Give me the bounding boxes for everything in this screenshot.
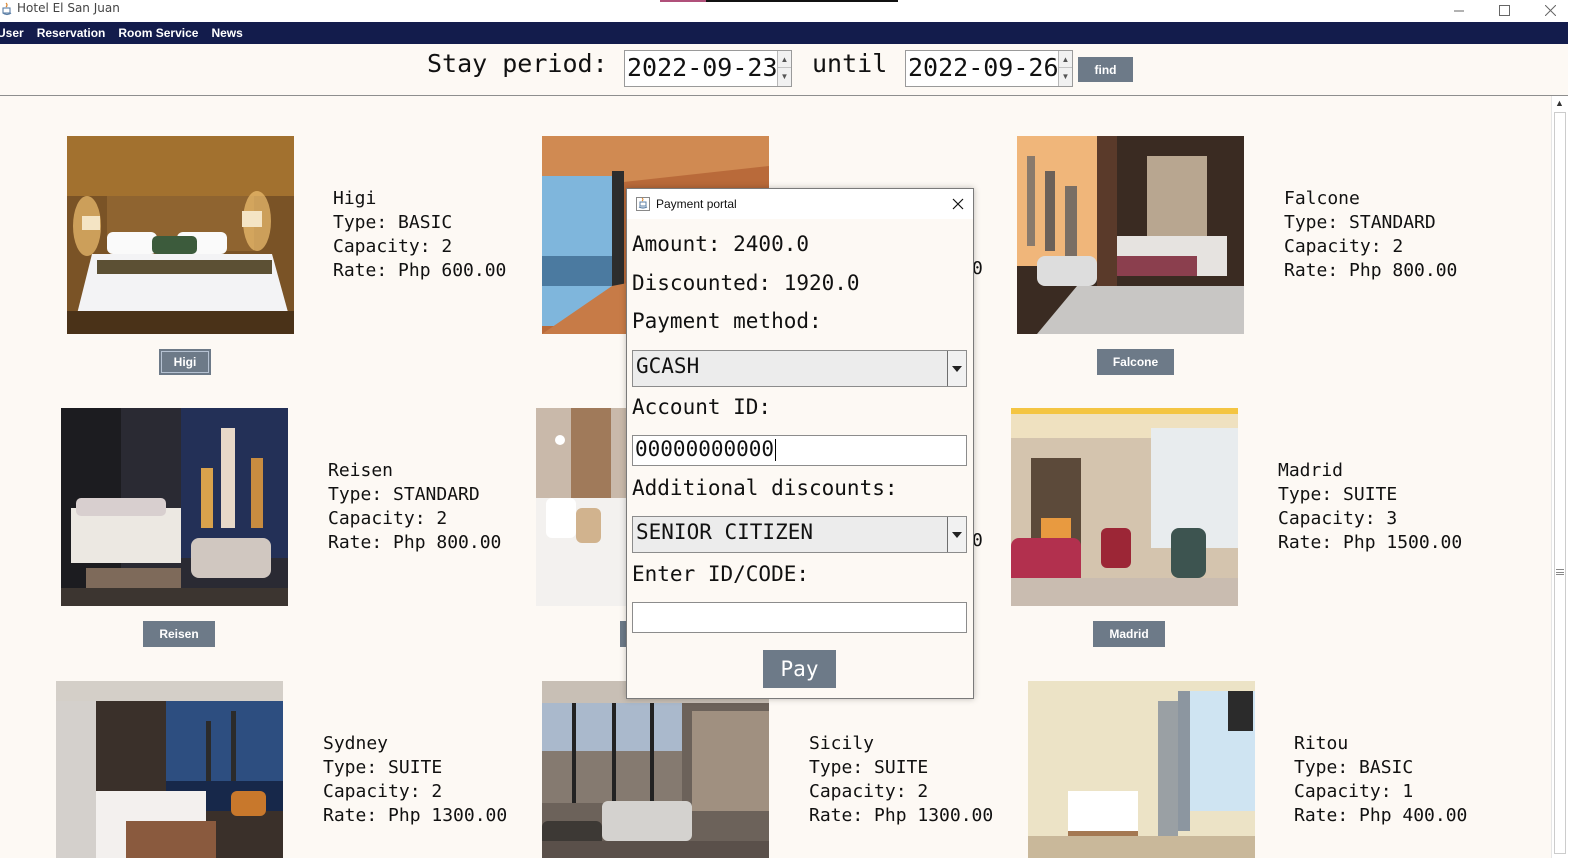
- minimize-button[interactable]: [1436, 0, 1482, 20]
- room-info-sydney: Sydney Type: SUITE Capacity: 2 Rate: Php…: [323, 733, 508, 826]
- id-code-label: Enter ID/CODE:: [632, 562, 810, 586]
- dialog-close-button[interactable]: [947, 194, 969, 214]
- text-caret: [775, 439, 777, 461]
- minimize-icon: [1453, 10, 1464, 11]
- close-icon: [952, 198, 964, 210]
- to-date-spinner[interactable]: 2022-09-26 ▲ ▼: [905, 50, 1073, 87]
- account-id-label: Account ID:: [632, 395, 772, 419]
- close-window-button[interactable]: [1527, 0, 1573, 20]
- payment-dialog-title: Payment portal: [656, 197, 737, 211]
- spinner-up-icon[interactable]: ▲: [1059, 51, 1072, 68]
- to-date-value[interactable]: 2022-09-26: [908, 53, 1059, 82]
- until-label: until: [812, 49, 888, 78]
- pay-button[interactable]: Pay: [763, 650, 836, 688]
- payment-dialog: Payment portal Amount: 2400.0 Discounted…: [626, 188, 974, 699]
- room-photo-hidden-center: [536, 408, 628, 606]
- window-title: Hotel El San Juan: [17, 1, 120, 15]
- room-info-higi: Higi Type: BASIC Capacity: 2 Rate: Php 6…: [333, 188, 507, 281]
- room-photo-ritou: [1028, 681, 1255, 858]
- menu-user[interactable]: User: [0, 26, 24, 40]
- maximize-button[interactable]: [1481, 0, 1527, 20]
- stay-period-label: Stay period:: [427, 49, 608, 78]
- room-button-madrid[interactable]: Madrid: [1093, 621, 1165, 647]
- room-photo-reisen: [61, 408, 288, 606]
- spinner-down-icon[interactable]: ▼: [1059, 68, 1072, 85]
- java-app-icon: [636, 197, 650, 211]
- dropdown-arrow-button[interactable]: [947, 517, 966, 552]
- payment-method-select[interactable]: GCASH: [632, 350, 967, 387]
- payment-method-value: GCASH: [636, 354, 700, 378]
- maximize-icon: [1498, 4, 1510, 16]
- title-accent-pink: [660, 0, 706, 2]
- java-app-icon: [2, 2, 12, 16]
- scroll-up-icon[interactable]: ▲: [1555, 98, 1564, 108]
- menu-bar: User Reservation Room Service News: [0, 22, 1568, 44]
- account-id-value: 00000000000: [635, 437, 775, 461]
- discounted-label: Discounted: 1920.0: [632, 271, 860, 295]
- from-date-arrows[interactable]: ▲ ▼: [777, 51, 791, 86]
- scroll-thumb[interactable]: [1554, 112, 1566, 854]
- stay-period-bar: Stay period: 2022-09-23 ▲ ▼ until 2022-0…: [0, 44, 1568, 96]
- room-button-higi[interactable]: Higi: [159, 349, 211, 375]
- additional-discounts-select[interactable]: SENIOR CITIZEN: [632, 516, 967, 553]
- room-info-sicily: Sicily Type: SUITE Capacity: 2 Rate: Php…: [809, 733, 994, 826]
- dropdown-arrow-button[interactable]: [947, 351, 966, 386]
- room-button-reisen[interactable]: Reisen: [143, 621, 215, 647]
- vertical-scrollbar[interactable]: ▲: [1551, 96, 1568, 858]
- room-photo-sicily: [542, 681, 769, 858]
- find-button[interactable]: find: [1078, 57, 1133, 82]
- room-info-falcone: Falcone Type: STANDARD Capacity: 2 Rate:…: [1284, 188, 1458, 281]
- to-date-arrows[interactable]: ▲ ▼: [1058, 51, 1072, 86]
- amount-label: Amount: 2400.0: [632, 232, 810, 256]
- additional-discounts-label: Additional discounts:: [632, 476, 898, 500]
- menu-reservation[interactable]: Reservation: [37, 26, 106, 40]
- room-info-madrid: Madrid Type: SUITE Capacity: 3 Rate: Php…: [1278, 460, 1463, 553]
- from-date-spinner[interactable]: 2022-09-23 ▲ ▼: [624, 50, 792, 87]
- id-code-input[interactable]: [632, 602, 967, 633]
- menu-news[interactable]: News: [211, 26, 242, 40]
- payment-dialog-titlebar: Payment portal: [627, 189, 973, 219]
- window-titlebar: Hotel El San Juan: [0, 0, 1588, 22]
- payment-method-label: Payment method:: [632, 309, 822, 333]
- from-date-value[interactable]: 2022-09-23: [627, 53, 778, 82]
- additional-discounts-value: SENIOR CITIZEN: [636, 520, 814, 544]
- room-photo-falcone: [1017, 136, 1244, 334]
- chevron-down-icon: [952, 531, 962, 538]
- window-right-edge: [1568, 22, 1588, 858]
- account-id-input[interactable]: 00000000000: [632, 435, 967, 466]
- scroll-grip-icon: [1556, 569, 1564, 575]
- account-id-text: 00000000000: [635, 437, 777, 461]
- room-info-reisen: Reisen Type: STANDARD Capacity: 2 Rate: …: [328, 460, 502, 553]
- room-photo-sydney: [56, 681, 283, 858]
- room-photo-higi: [67, 136, 294, 334]
- room-info-ritou: Ritou Type: BASIC Capacity: 1 Rate: Php …: [1294, 733, 1468, 826]
- chevron-down-icon: [952, 365, 962, 372]
- spinner-down-icon[interactable]: ▼: [778, 68, 791, 85]
- spinner-up-icon[interactable]: ▲: [778, 51, 791, 68]
- room-button-falcone[interactable]: Falcone: [1097, 349, 1174, 375]
- room-photo-madrid: [1011, 408, 1238, 606]
- menu-room-service[interactable]: Room Service: [118, 26, 198, 40]
- close-icon: [1544, 4, 1556, 16]
